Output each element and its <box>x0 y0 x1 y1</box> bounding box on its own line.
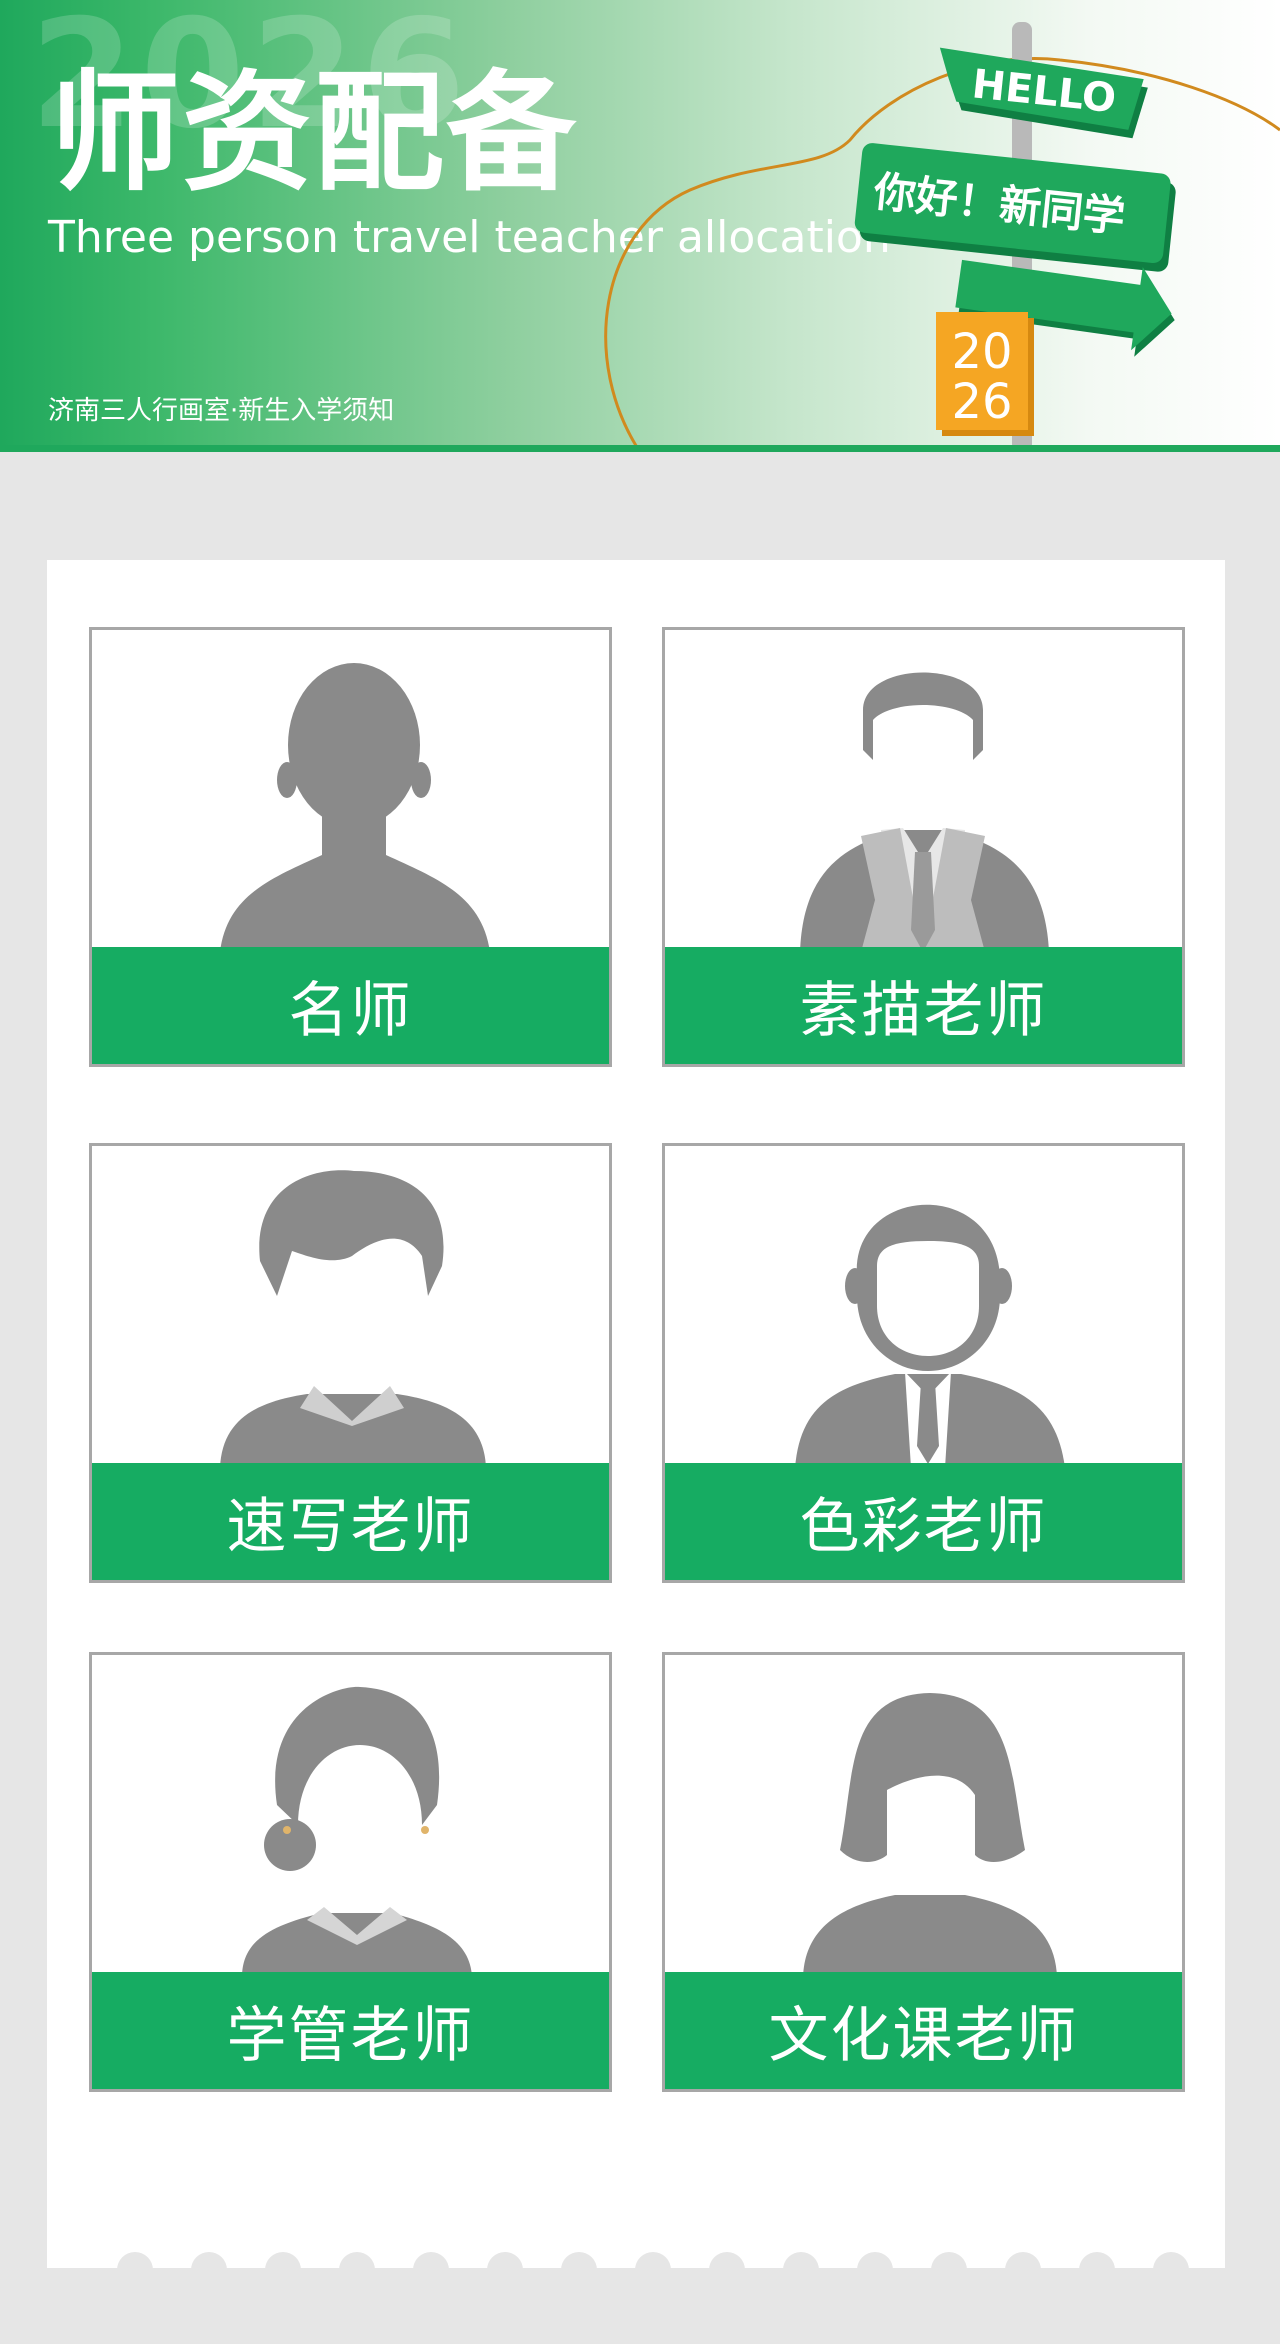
male-avatar-icon <box>220 663 490 952</box>
teacher-label: 名师 <box>92 947 609 1064</box>
teacher-label: 学管老师 <box>92 1972 609 2089</box>
header-divider <box>0 445 1280 452</box>
year-sign: 20 26 <box>936 312 1034 436</box>
teacher-card-quick-sketch: 速写老师 <box>89 1143 612 1583</box>
scallop-edge <box>47 2252 1225 2288</box>
teacher-label: 速写老师 <box>92 1463 609 1580</box>
teacher-card-color: 色彩老师 <box>662 1143 1185 1583</box>
header-banner: 2026 师资配备 Three person travel teacher al… <box>0 0 1280 452</box>
female-avatar-icon <box>803 1693 1057 1977</box>
male-beard-avatar-icon <box>795 1204 1065 1468</box>
teacher-card-sketch: 素描老师 <box>662 627 1185 1067</box>
year-sign-bottom: 26 <box>951 374 1012 430</box>
teacher-card-academic-affairs: 学管老师 <box>89 1652 612 2092</box>
teacher-label: 文化课老师 <box>665 1972 1182 2089</box>
teacher-label: 色彩老师 <box>665 1463 1182 1580</box>
male-sweater-avatar-icon <box>220 1170 486 1468</box>
teacher-card-cultural-course: 文化课老师 <box>662 1652 1185 2092</box>
greeting-sign: 你好！新同学 <box>854 143 1176 272</box>
teacher-label: 素描老师 <box>665 947 1182 1064</box>
page-title: 师资配备 <box>50 57 579 209</box>
studio-caption: 济南三人行画室·新生入学须知 <box>48 396 395 426</box>
year-sign-top: 20 <box>951 324 1012 380</box>
teacher-card-famous: 名师 <box>89 627 612 1067</box>
signpost-illustration: HELLO 你好！新同学 20 26 <box>604 22 1280 452</box>
female-bun-avatar-icon <box>242 1686 472 1977</box>
hello-sign: HELLO <box>939 47 1148 139</box>
male-suit-avatar-icon <box>800 672 1049 952</box>
